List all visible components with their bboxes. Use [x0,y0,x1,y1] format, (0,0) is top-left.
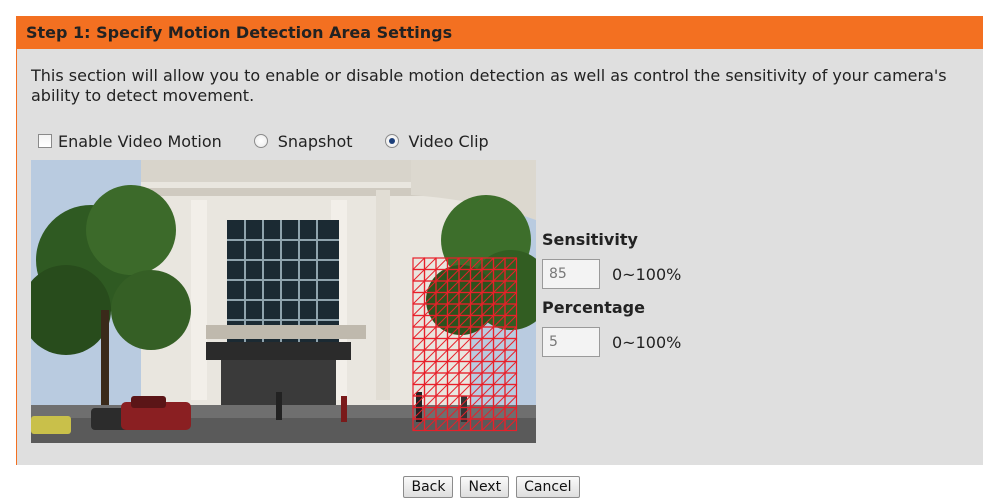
enable-video-motion-label[interactable]: Enable Video Motion [58,132,222,151]
motion-detection-panel: Step 1: Specify Motion Detection Area Se… [16,16,983,465]
cancel-button[interactable]: Cancel [516,476,580,498]
percentage-range: 0~100% [612,332,682,352]
camera-image [31,160,536,443]
sensitivity-input[interactable] [542,259,600,289]
enable-video-motion-checkbox[interactable] [38,134,52,148]
camera-preview[interactable] [31,160,536,443]
back-button[interactable]: Back [403,476,454,498]
video-clip-radio[interactable] [384,134,399,148]
percentage-label: Percentage [542,298,645,317]
sensitivity-range: 0~100% [612,264,682,284]
next-button[interactable]: Next [460,476,510,498]
section-description: This section will allow you to enable or… [31,66,947,105]
snapshot-radio[interactable] [253,134,268,148]
video-clip-label[interactable]: Video Clip [409,132,489,151]
panel-title: Step 1: Specify Motion Detection Area Se… [17,16,983,49]
snapshot-label[interactable]: Snapshot [278,132,353,151]
detection-settings: Sensitivity 0~100% Percentage 0~100% [542,229,681,365]
sensitivity-label: Sensitivity [542,230,638,249]
motion-options: Enable Video Motion Snapshot Video Clip [38,130,489,152]
percentage-input[interactable] [542,327,600,357]
wizard-buttons: Back Next Cancel [0,476,983,498]
